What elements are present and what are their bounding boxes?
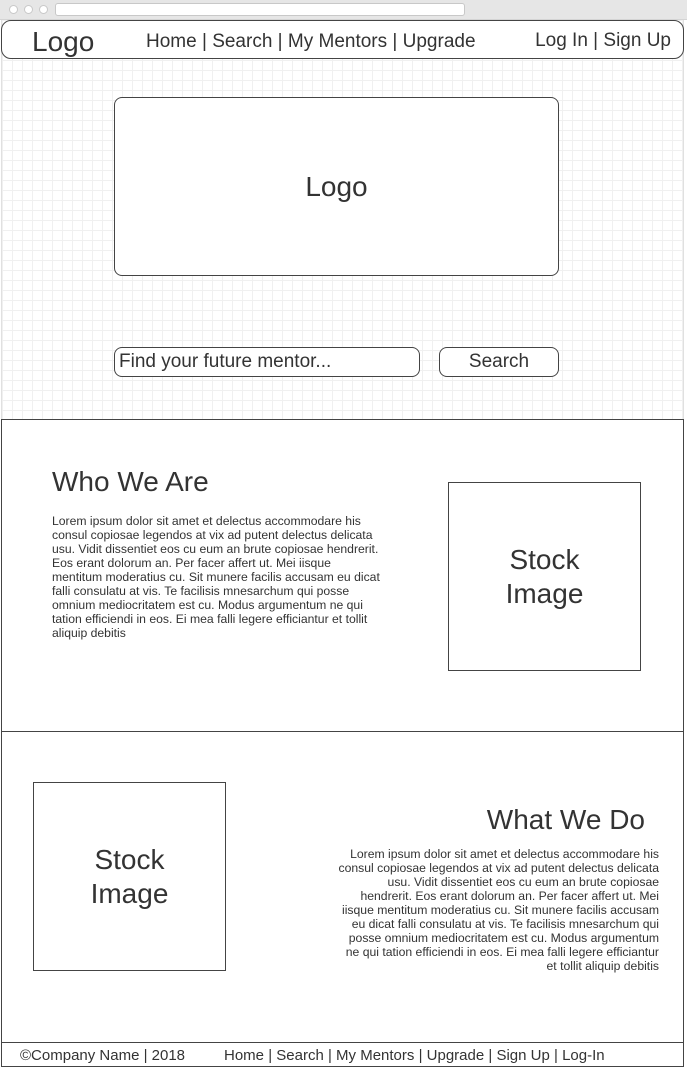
footer-separator: | <box>268 1047 273 1064</box>
nav-separator: | <box>277 31 283 52</box>
footer-separator: | <box>418 1047 423 1064</box>
what-we-do-section: Stock Image What We Do Lorem ipsum dolor… <box>1 731 684 1043</box>
browser-toolbar <box>0 0 687 20</box>
hero-logo-label: Logo <box>305 170 368 202</box>
who-we-are-title: Who We Are <box>52 466 209 497</box>
footer-link-search[interactable]: Search <box>276 1047 324 1064</box>
header-logo[interactable]: Logo <box>32 26 94 58</box>
window-close-icon[interactable] <box>9 5 18 14</box>
copyright-text: ©Company Name | 2018 <box>20 1047 186 1064</box>
what-we-do-title: What We Do <box>486 804 645 835</box>
window-maximize-icon[interactable] <box>39 5 48 14</box>
stock-image-placeholder: Stock Image <box>33 782 226 971</box>
login-link[interactable]: Log In <box>535 30 588 51</box>
footer-separator: | <box>327 1047 332 1064</box>
footer-nav: Home | Search | My Mentors | Upgrade | S… <box>224 1047 605 1064</box>
stock-image-placeholder: Stock Image <box>448 482 641 671</box>
who-we-are-text: Lorem ipsum dolor sit amet et delectus a… <box>52 514 380 640</box>
footer-link-my-mentors[interactable]: My Mentors <box>336 1047 414 1064</box>
search-button[interactable]: Search <box>439 347 559 377</box>
footer-separator: | <box>554 1047 558 1064</box>
signup-link[interactable]: Sign Up <box>603 30 671 51</box>
auth-links: Log In | Sign Up <box>535 30 671 52</box>
nav-separator: | <box>201 31 207 52</box>
auth-separator: | <box>593 30 599 51</box>
stock-image-label: Stock Image <box>505 543 584 609</box>
hero-logo-placeholder: Logo <box>114 97 559 276</box>
main-nav: Home | Search | My Mentors | Upgrade <box>146 31 476 53</box>
nav-separator: | <box>392 31 398 52</box>
address-bar[interactable] <box>55 3 465 16</box>
footer-separator: | <box>488 1047 493 1064</box>
what-we-do-text: Lorem ipsum dolor sit amet et delectus a… <box>338 847 659 973</box>
footer-link-upgrade[interactable]: Upgrade <box>427 1047 485 1064</box>
site-header: Logo Home | Search | My Mentors | Upgrad… <box>1 20 684 59</box>
site-footer: ©Company Name | 2018 Home | Search | My … <box>1 1042 684 1067</box>
nav-search[interactable]: Search <box>212 31 272 52</box>
nav-my-mentors[interactable]: My Mentors <box>288 31 387 52</box>
stock-image-label: Stock Image <box>90 843 169 909</box>
nav-upgrade[interactable]: Upgrade <box>403 31 476 52</box>
mentor-search-input[interactable] <box>114 347 420 377</box>
nav-home[interactable]: Home <box>146 31 197 52</box>
window-minimize-icon[interactable] <box>24 5 33 14</box>
footer-link-home[interactable]: Home <box>224 1047 264 1064</box>
footer-link-log-in[interactable]: Log-In <box>562 1047 605 1064</box>
footer-link-sign-up[interactable]: Sign Up <box>496 1047 549 1064</box>
who-we-are-section: Who We Are Lorem ipsum dolor sit amet et… <box>1 419 684 732</box>
